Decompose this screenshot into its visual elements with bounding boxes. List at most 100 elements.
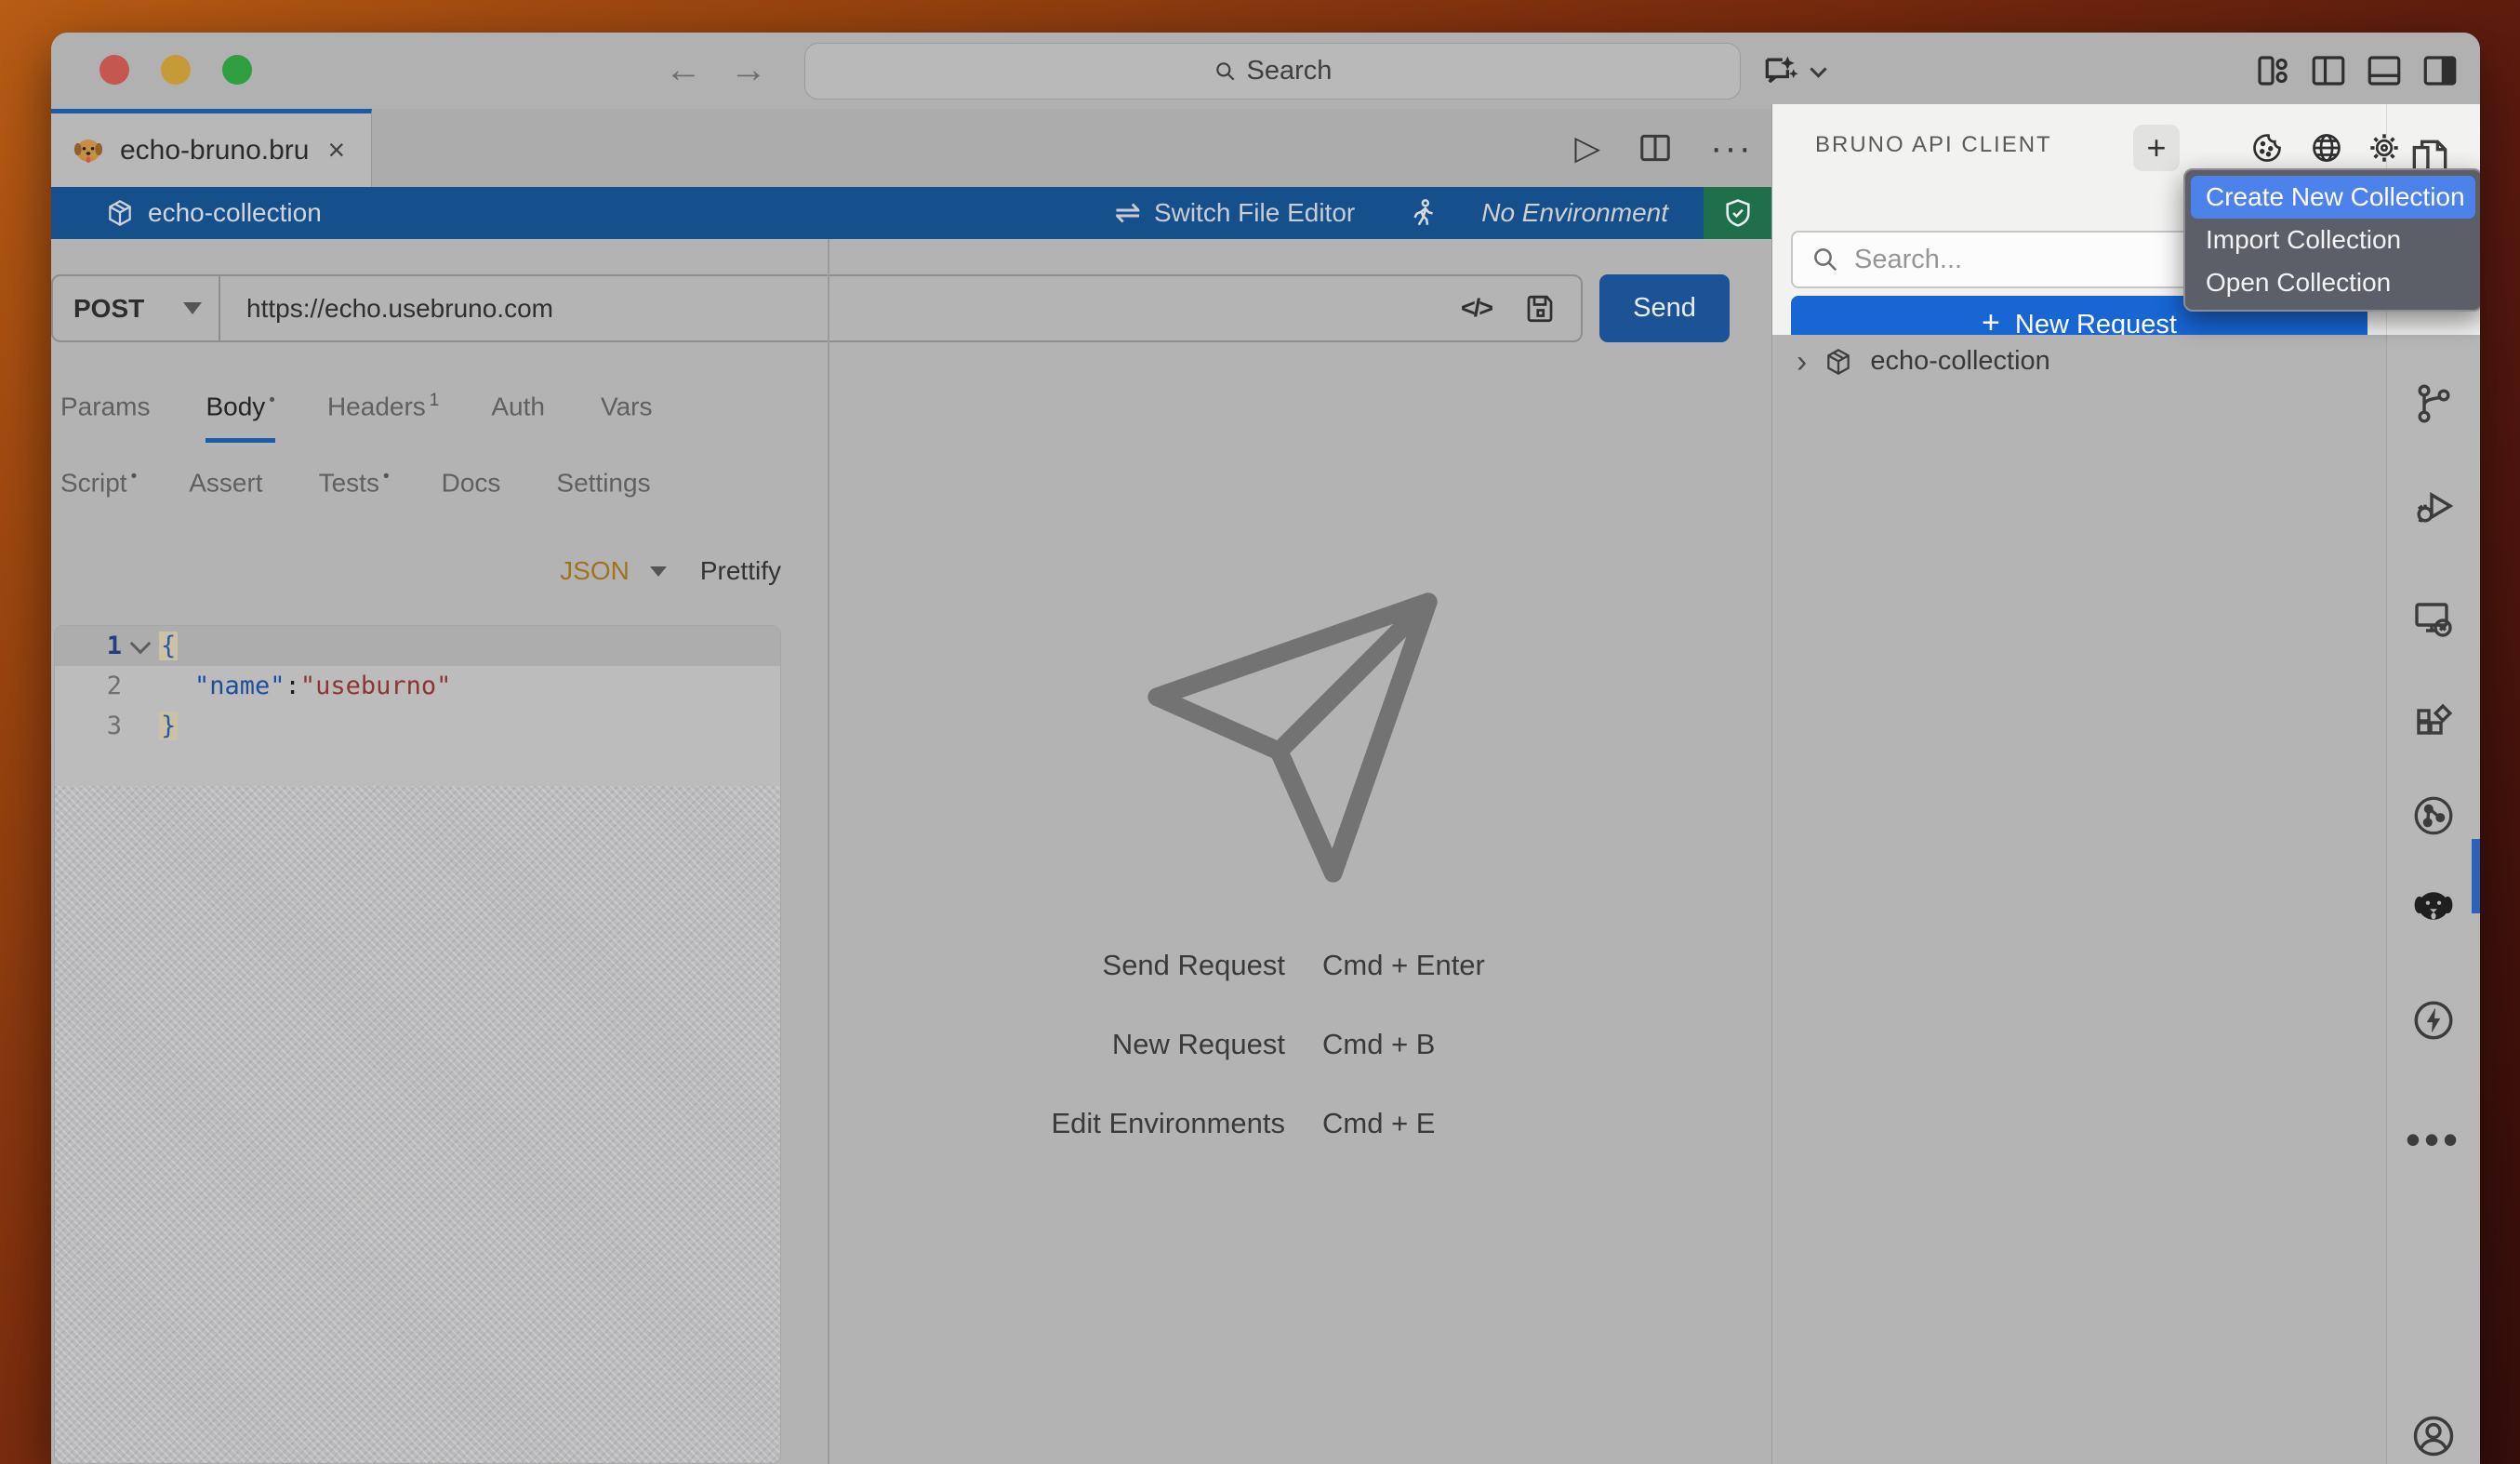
activitybar-more-button[interactable]: •••	[2406, 1114, 2461, 1165]
tab-params[interactable]: Params	[60, 391, 153, 438]
activitybar-run-debug-button[interactable]	[2411, 486, 2456, 530]
tree-item-label: echo-collection	[1870, 346, 2049, 377]
editor-empty-pattern	[55, 786, 780, 1463]
shortcut-action: New Request	[888, 1028, 1285, 1061]
keyboard-shortcuts: Send Request Cmd + Enter New Request Cmd…	[888, 949, 1485, 1140]
more-actions-button[interactable]: ···	[1710, 127, 1753, 169]
fold-chevron-icon[interactable]	[122, 642, 159, 651]
environment-selector[interactable]: No Environment	[1481, 198, 1668, 228]
shortcut-keys: Cmd + E	[1322, 1107, 1485, 1140]
close-brace: }	[159, 712, 178, 740]
tab-vars[interactable]: Vars	[601, 391, 657, 438]
code-snippet-icon[interactable]: </>	[1461, 294, 1492, 323]
shortcut-action: Send Request	[888, 949, 1285, 982]
tab-tests[interactable]: Tests•	[319, 467, 390, 514]
method-dropdown-arrow-icon	[183, 302, 202, 314]
tab-bar: echo-bruno.bru × ▷ ···	[51, 109, 1771, 187]
save-icon[interactable]	[1523, 292, 1557, 326]
debug-icon	[2411, 486, 2456, 530]
collections-tree: › echo-collection	[1771, 335, 2386, 1464]
run-file-button[interactable]: ▷	[1574, 128, 1600, 167]
tab-body[interactable]: Body•	[206, 391, 274, 443]
body-mode-dropdown[interactable]: JSON	[560, 556, 630, 586]
lightning-circle-icon	[2410, 997, 2457, 1044]
shortcut-action: Edit Environments	[888, 1107, 1285, 1140]
activitybar-remote-explorer-button[interactable]	[2411, 597, 2456, 642]
menu-item-open-collection[interactable]: Open Collection	[2191, 261, 2475, 304]
proxy-globe-button[interactable]	[2306, 125, 2347, 171]
activitybar-thunder-button[interactable]	[2410, 997, 2457, 1044]
request-tabs-row2: Script• Assert Tests• Docs Settings	[60, 467, 655, 514]
method-dropdown[interactable]: POST	[53, 276, 220, 340]
vscode-window: ← → Search	[51, 33, 2480, 1464]
switch-file-editor-button[interactable]: ⇌ Switch File Editor	[1114, 194, 1355, 232]
tab-docs[interactable]: Docs	[442, 467, 505, 514]
toggle-panel-button[interactable]	[2365, 51, 2404, 90]
shield-check-icon	[1722, 197, 1754, 229]
toggle-secondary-sidebar-button[interactable]	[2421, 51, 2460, 90]
cookies-button[interactable]	[2247, 125, 2288, 171]
menu-item-create-new-collection[interactable]: Create New Collection	[2191, 176, 2475, 219]
tab-echo-bruno[interactable]: echo-bruno.bru ×	[51, 109, 372, 187]
line-number: 3	[55, 712, 122, 740]
line-number: 2	[55, 672, 122, 700]
runner-icon[interactable]	[1407, 197, 1439, 229]
remote-explorer-icon	[2411, 597, 2456, 642]
tab-settings[interactable]: Settings	[556, 467, 654, 514]
body-mode-arrow-icon	[650, 566, 667, 577]
tab-auth[interactable]: Auth	[491, 391, 549, 438]
minimize-window-button[interactable]	[161, 55, 191, 85]
json-body-editor[interactable]: 1 { 2 "name":"useburno" 3 }	[54, 625, 781, 1464]
activitybar-source-control-button[interactable]	[2411, 381, 2456, 426]
activitybar-share-button[interactable]	[2410, 792, 2457, 839]
tab-script[interactable]: Script•	[60, 467, 137, 514]
gear-icon	[2367, 131, 2401, 165]
activitybar-account-button[interactable]	[2409, 1412, 2458, 1460]
cookie-icon	[2250, 131, 2284, 165]
prettify-button[interactable]: Prettify	[700, 556, 781, 586]
tab-assert[interactable]: Assert	[189, 467, 266, 514]
environment-shield-button[interactable]	[1704, 187, 1771, 239]
code-line[interactable]: 3 }	[55, 706, 780, 746]
customize-layout-button[interactable]	[2253, 51, 2292, 90]
shortcut-keys: Cmd + Enter	[1322, 949, 1485, 982]
menu-item-import-collection[interactable]: Import Collection	[2191, 219, 2475, 261]
sidebar-title: BRUNO API CLIENT	[1815, 132, 2052, 158]
tab-close-icon[interactable]: ×	[327, 133, 345, 167]
search-placeholder: Search	[1247, 56, 1333, 87]
settings-button[interactable]	[2364, 125, 2405, 171]
forward-button[interactable]: →	[730, 49, 767, 90]
activitybar-extensions-button[interactable]	[2411, 702, 2456, 747]
collection-bar: echo-collection ⇌ Switch File Editor No …	[51, 187, 1771, 239]
sidebar-right-filled-icon	[2421, 51, 2460, 90]
shortcut-keys: Cmd + B	[1322, 1028, 1485, 1061]
globe-icon	[2310, 131, 2343, 165]
close-window-button[interactable]	[99, 55, 129, 85]
zoom-window-button[interactable]	[222, 55, 252, 85]
url-input[interactable]: https://echo.usebruno.com	[246, 294, 1461, 324]
back-button[interactable]: ←	[665, 49, 702, 90]
bruno-dog-icon	[72, 134, 105, 167]
extensions-icon	[2411, 702, 2456, 747]
package-icon	[105, 198, 135, 228]
activitybar-bruno-button[interactable]	[2409, 882, 2458, 930]
account-icon	[2409, 1412, 2458, 1460]
body-mode-row: JSON Prettify	[51, 556, 781, 586]
send-button[interactable]: Send	[1599, 274, 1730, 342]
tab-title: echo-bruno.bru	[120, 135, 309, 166]
code-line[interactable]: 1 {	[55, 626, 780, 666]
code-line[interactable]: 2 "name":"useburno"	[55, 666, 780, 706]
toggle-primary-sidebar-button[interactable]	[2309, 51, 2348, 90]
command-center-search[interactable]: Search	[804, 43, 1741, 100]
split-editor-button[interactable]	[1638, 130, 1673, 166]
tree-item-echo-collection[interactable]: › echo-collection	[1772, 335, 2386, 377]
open-brace: {	[159, 632, 178, 660]
add-collection-menu: Create New Collection Import Collection …	[2183, 168, 2480, 312]
collection-name: echo-collection	[148, 198, 322, 228]
tab-headers[interactable]: Headers1	[327, 391, 439, 438]
copilot-chat-button[interactable]	[1760, 51, 1824, 92]
share-circle-icon	[2410, 792, 2457, 839]
search-icon	[1214, 60, 1238, 84]
active-view-indicator	[2472, 839, 2480, 913]
add-collection-button[interactable]: +	[2133, 125, 2180, 171]
